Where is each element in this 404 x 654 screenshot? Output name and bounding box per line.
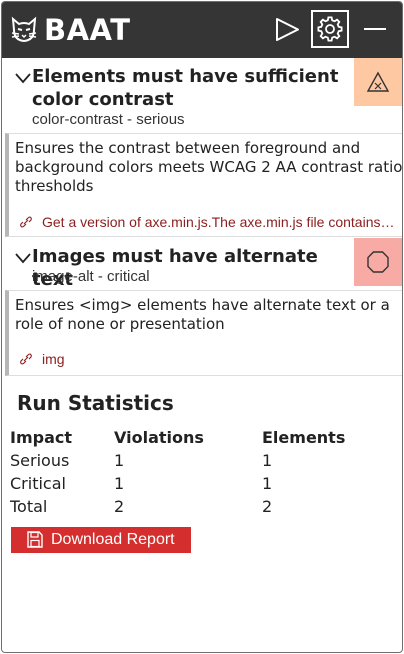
rule-title: Elements must have sufficient color cont… — [32, 66, 339, 110]
warning-triangle-icon — [366, 71, 390, 92]
download-report-label: Download Report — [51, 531, 175, 548]
table-cell: 2 — [262, 497, 273, 516]
cat-logo-icon — [10, 16, 38, 44]
rule-description: Ensures the contrast between foreground … — [15, 139, 403, 195]
rule-details: Ensures the contrast between foreground … — [5, 133, 402, 237]
minimize-button[interactable] — [356, 10, 394, 48]
stats-title: Run Statistics — [17, 391, 174, 415]
gear-icon — [317, 16, 343, 42]
rule-description: Ensures <img> elements have alternate te… — [15, 296, 390, 333]
chevron-down-icon — [15, 73, 31, 84]
node-selector: Get a version of axe.min.js.The axe.min.… — [42, 214, 395, 230]
play-icon — [276, 18, 299, 41]
link-icon — [19, 353, 33, 365]
column-header: Elements — [262, 428, 346, 447]
download-report-button[interactable]: Download Report — [11, 527, 191, 553]
table-row: Critical 1 1 — [10, 474, 390, 497]
table-cell: Critical — [10, 474, 66, 493]
chevron-down-icon — [15, 253, 31, 264]
node-link[interactable]: img — [19, 350, 395, 368]
rule-header-image-alt[interactable]: Images must have alternate text image-al… — [2, 238, 402, 290]
rule-header-color-contrast[interactable]: Elements must have sufficient color cont… — [2, 58, 402, 132]
table-header-row: Impact Violations Elements — [10, 428, 390, 451]
rule-subtitle: color-contrast - serious — [32, 111, 185, 128]
table-cell: 1 — [262, 451, 273, 470]
table-cell: 1 — [114, 474, 125, 493]
table-cell: 1 — [262, 474, 273, 493]
rule-subtitle: image-alt - critical — [32, 268, 150, 285]
run-button[interactable] — [268, 10, 306, 48]
node-selector: img — [42, 351, 65, 367]
column-header: Impact — [10, 428, 73, 447]
table-cell: 2 — [114, 497, 125, 516]
table-row: Serious 1 1 — [10, 451, 390, 474]
table-row: Total 2 2 — [10, 497, 390, 520]
octagon-icon — [367, 251, 389, 273]
app-title: BAAT — [44, 13, 131, 47]
rule-details: Ensures <img> elements have alternate te… — [5, 290, 402, 376]
settings-button[interactable] — [311, 10, 349, 48]
impact-badge-serious — [354, 58, 402, 106]
save-icon — [27, 531, 43, 548]
column-header: Violations — [114, 428, 204, 447]
app-header: BAAT — [2, 2, 402, 58]
impact-badge-critical — [354, 238, 402, 286]
table-cell: Total — [10, 497, 48, 516]
app-window: BAAT Elements must have sufficient color… — [1, 1, 403, 653]
table-cell: 1 — [114, 451, 125, 470]
link-icon — [19, 216, 33, 228]
node-link[interactable]: Get a version of axe.min.js.The axe.min.… — [19, 213, 395, 231]
minus-icon — [364, 28, 386, 30]
table-cell: Serious — [10, 451, 70, 470]
